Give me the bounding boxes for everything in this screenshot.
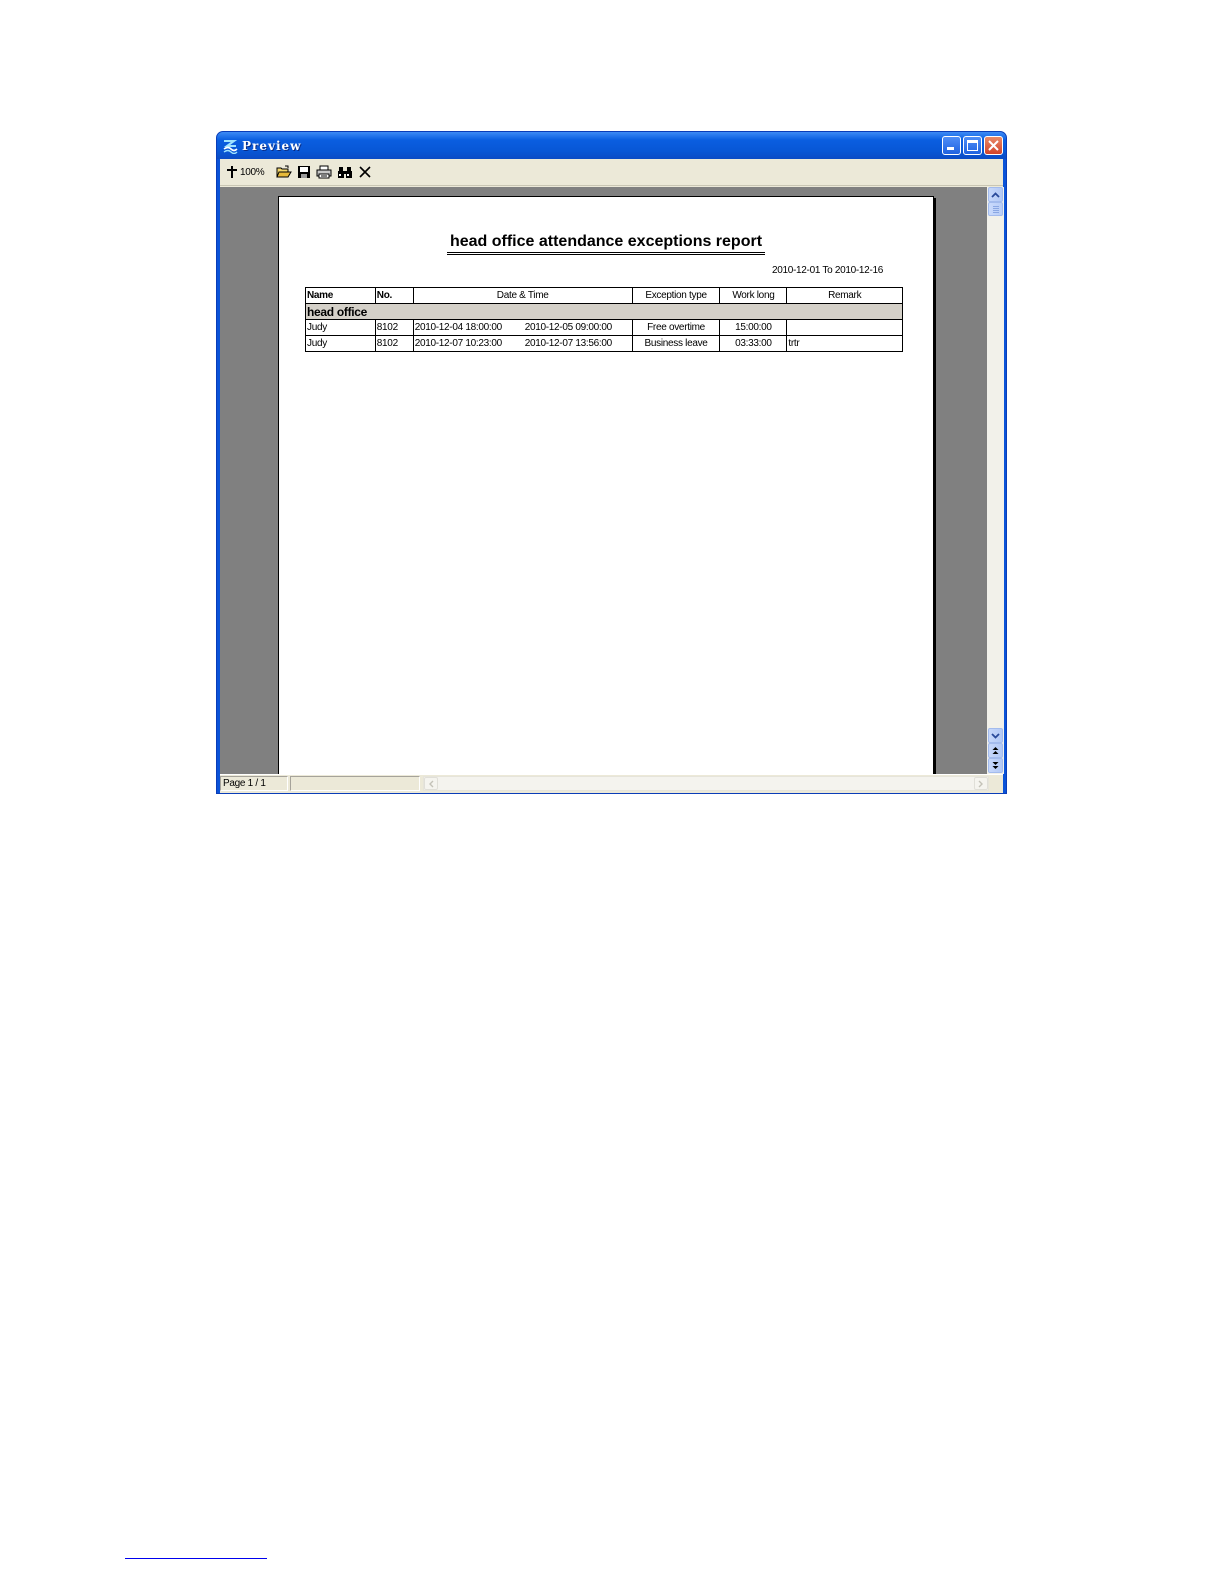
cell-remark: trtr [786,335,903,352]
preview-window: Preview 100% head office attendance exce… [216,131,1007,794]
cell-start: 2010-12-07 10:23:00 [414,338,502,349]
save-button[interactable] [297,161,311,183]
status-panel [290,776,420,791]
close-icon [988,140,999,151]
page-up-icon [992,747,999,754]
window-client: 100% head office attendance exceptions r… [220,159,1004,793]
scroll-up-button[interactable] [988,187,1003,202]
zoom-icon [227,166,237,178]
report-title: head office attendance exceptions report [279,233,933,255]
report-page: head office attendance exceptions report… [278,196,934,774]
header-datetime: Date & Time [412,287,633,304]
footnote-separator [125,1558,267,1559]
cell-start: 2010-12-04 18:00:00 [414,322,502,333]
chevron-up-icon [991,191,1000,198]
open-button[interactable] [276,161,293,183]
close-preview-button[interactable] [358,161,372,183]
cell-end: 2010-12-05 09:00:00 [524,322,612,333]
cell-name: Judy [305,335,376,352]
chevron-left-icon [429,780,434,787]
report-date-range: 2010-12-01 To 2010-12-16 [771,265,883,276]
horizontal-scrollbar[interactable] [423,776,989,791]
table-row: Judy 8102 2010-12-07 10:23:00 2010-12-07 … [305,335,903,352]
table-row: Judy 8102 2010-12-04 18:00:00 2010-12-05 … [305,319,903,336]
cell-datetime: 2010-12-04 18:00:00 2010-12-05 09:00:00 [412,319,633,336]
toolbar: 100% [220,159,1003,186]
binoculars-icon [338,167,353,178]
open-folder-icon [276,165,293,178]
page-down-icon [992,762,999,769]
minimize-icon [947,147,954,150]
cell-no: 8102 [374,319,414,336]
vertical-scrollbar[interactable] [987,187,1004,774]
preview-area[interactable]: head office attendance exceptions report… [220,187,987,774]
cell-remark [786,319,903,336]
cell-exception-type: Free overtime [631,319,721,336]
maximize-button[interactable] [963,136,982,155]
find-button[interactable] [337,161,353,183]
header-no: No. [374,287,414,304]
header-exception-type: Exception type [631,287,721,304]
chevron-right-icon [978,780,983,787]
scroll-down-button[interactable] [988,728,1003,743]
group-row: head office [305,303,903,320]
page-canvas: Preview 100% head office attendance exce… [0,0,1224,1584]
cell-work-long: 15:00:00 [719,319,788,336]
print-button[interactable] [316,161,332,183]
close-button[interactable] [984,136,1003,155]
status-bar: Page 1 / 1 [220,774,1003,793]
table-header-row: Name No. Date & Time Exception type Work… [305,287,903,304]
header-work-long: Work long [719,287,788,304]
minimize-button[interactable] [942,136,961,155]
close-x-icon [359,166,371,178]
window-title: Preview [242,138,302,153]
scroll-thumb[interactable] [988,202,1003,216]
chevron-down-icon [991,732,1000,739]
cell-work-long: 03:33:00 [719,335,788,352]
window-controls [942,136,1003,155]
next-page-button[interactable] [988,758,1003,773]
exceptions-table: Name No. Date & Time Exception type Work… [305,287,903,352]
save-disk-icon [298,166,311,178]
page-indicator: Page 1 / 1 [220,776,288,791]
zoom-button[interactable]: 100% [226,161,265,183]
zoom-level-label: 100% [240,166,265,178]
previous-page-button[interactable] [988,743,1003,758]
cell-name: Judy [305,319,376,336]
title-bar[interactable]: Preview [217,132,1006,159]
cell-exception-type: Business leave [631,335,721,352]
scroll-right-button[interactable] [974,777,988,790]
scroll-left-button[interactable] [424,777,438,790]
cell-end: 2010-12-07 13:56:00 [524,338,612,349]
cell-no: 8102 [374,335,414,352]
header-name: Name [305,287,376,304]
printer-icon [316,165,332,179]
group-label: head office [305,303,903,320]
cell-datetime: 2010-12-07 10:23:00 2010-12-07 13:56:00 [412,335,633,352]
header-remark: Remark [786,287,903,304]
app-logo-icon [222,138,238,154]
maximize-icon [967,140,978,151]
